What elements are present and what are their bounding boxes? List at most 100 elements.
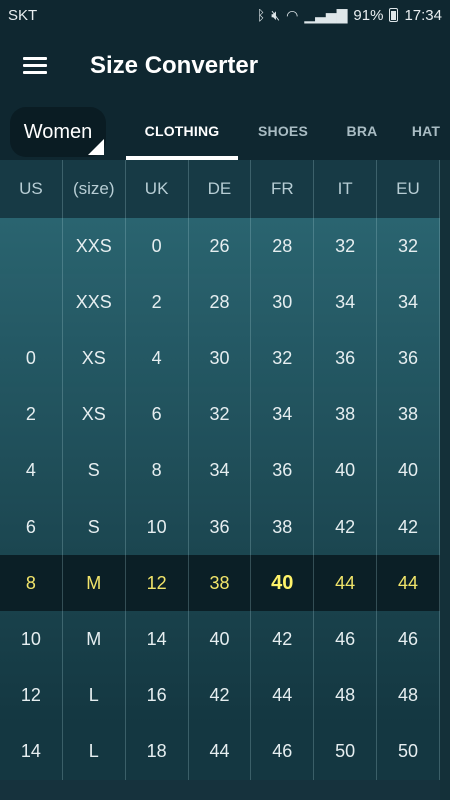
table-cell: 42 [251,611,315,668]
table-row[interactable]: 12 L 16 42 44 48 48 [0,667,440,724]
table-cell: 38 [377,386,440,443]
table-cell: 2 [126,274,189,331]
table-cell: 28 [251,218,315,275]
scroll-edge [440,160,450,800]
column-header: FR [251,160,315,218]
table-cell: 42 [189,667,252,724]
column-header: DE [189,160,252,218]
table-cell: 10 [126,499,189,556]
table-cell: 12 [126,555,189,612]
tab-bra[interactable]: BRA [328,102,396,160]
table-cell: XS [63,330,126,387]
signal-icon: ▁▃▅▇ [304,6,348,23]
table-row[interactable]: 14 L 18 44 46 50 50 [0,723,440,780]
table-cell: 26 [189,218,252,275]
menu-icon[interactable] [0,30,70,102]
table-cell: 4 [126,330,189,387]
table-cell: 34 [377,274,440,331]
table-cell: 6 [0,499,63,556]
table-cell: 46 [377,611,440,668]
column-header: UK [126,160,189,218]
table-cell: L [63,667,126,724]
table-cell: 40 [189,611,252,668]
table-cell: 34 [314,274,378,331]
column-header: EU [377,160,440,218]
app-bar: Size Converter [0,30,450,102]
tab-clothing[interactable]: CLOTHING [126,102,238,160]
gender-dropdown[interactable]: Women [10,107,106,157]
status-icons: ᛒ 🔇︎ ◠ ▁▃▅▇ 91% 17:34 [257,7,442,24]
table-cell: 14 [0,723,63,780]
table-cell: 16 [126,667,189,724]
table-cell: 44 [314,555,378,612]
table-row[interactable]: 8 M 12 38 40 44 44 [0,555,440,612]
table-cell: 34 [251,386,315,443]
table-cell: 30 [189,330,252,387]
table-cell: XXS [63,274,126,331]
table-cell: 14 [126,611,189,668]
table-cell: S [63,499,126,556]
table-cell: 4 [0,442,63,499]
status-bar: SKT ᛒ 🔇︎ ◠ ▁▃▅▇ 91% 17:34 [0,0,450,30]
bluetooth-icon: ᛒ [256,7,266,23]
size-table: US (size) UK DE FR IT EU XXS 0 26 28 32 32 XXS 2 28 30 34… [0,160,450,800]
table-row[interactable]: 6 S 10 36 38 42 42 [0,499,440,556]
table-cell: 42 [377,499,440,556]
table-cell: 2 [0,386,63,443]
table-cell: 34 [189,442,252,499]
table-cell: 32 [377,218,440,275]
table-cell: 42 [314,499,378,556]
table-cell: 46 [314,611,378,668]
table-cell: 28 [189,274,252,331]
carrier-label: SKT [8,6,38,24]
table-row[interactable]: 10 M 14 40 42 46 46 [0,611,440,668]
table-cell: 32 [189,386,252,443]
tab-hat[interactable]: HAT [396,102,450,160]
dropdown-corner-icon [88,139,104,155]
table-cell: 0 [126,218,189,275]
battery-icon [389,8,399,22]
table-row[interactable]: XXS 0 26 28 32 32 [0,218,440,275]
table-cell: 36 [189,499,252,556]
table-cell: 6 [126,386,189,443]
table-cell: 32 [251,330,315,387]
table-cell: 30 [251,274,315,331]
table-header-row: US (size) UK DE FR IT EU [0,160,440,218]
table-cell: 10 [0,611,63,668]
table-cell: 44 [377,555,440,612]
table-cell: 0 [0,330,63,387]
table-cell: L [63,723,126,780]
table-cell: 38 [314,386,378,443]
table-cell: 40 [251,555,315,612]
table-cell: 48 [314,667,378,724]
category-tabs: CLOTHING SHOES BRA HAT [126,102,450,160]
column-header: (size) [63,160,126,218]
clock: 17:34 [404,6,442,24]
table-cell: 48 [377,667,440,724]
table-row[interactable]: 4 S 8 34 36 40 40 [0,442,440,499]
tab-shoes[interactable]: SHOES [238,102,328,160]
table-cell: 36 [377,330,440,387]
table-cell: 8 [126,442,189,499]
wifi-icon: ◠ [286,6,299,23]
table-cell: XXS [63,218,126,275]
table-cell: 46 [251,723,315,780]
table-row[interactable]: XXS 2 28 30 34 34 [0,274,440,331]
table-cell: 36 [251,442,315,499]
table-cell: 38 [251,499,315,556]
table-cell: 40 [314,442,378,499]
battery-percent: 91% [353,6,384,24]
table-cell: 18 [126,723,189,780]
table-row[interactable]: 0 XS 4 30 32 36 36 [0,330,440,387]
table-cell: S [63,442,126,499]
column-header: US [0,160,63,218]
table-cell: 40 [377,442,440,499]
table-row[interactable]: 2 XS 6 32 34 38 38 [0,386,440,443]
page-title: Size Converter [90,52,259,79]
table-cell [0,218,63,275]
table-cell: 50 [314,723,378,780]
table-cell: 44 [189,723,252,780]
table-cell: 50 [377,723,440,780]
table-cell: M [63,611,126,668]
gender-selected-label: Women [23,120,93,143]
